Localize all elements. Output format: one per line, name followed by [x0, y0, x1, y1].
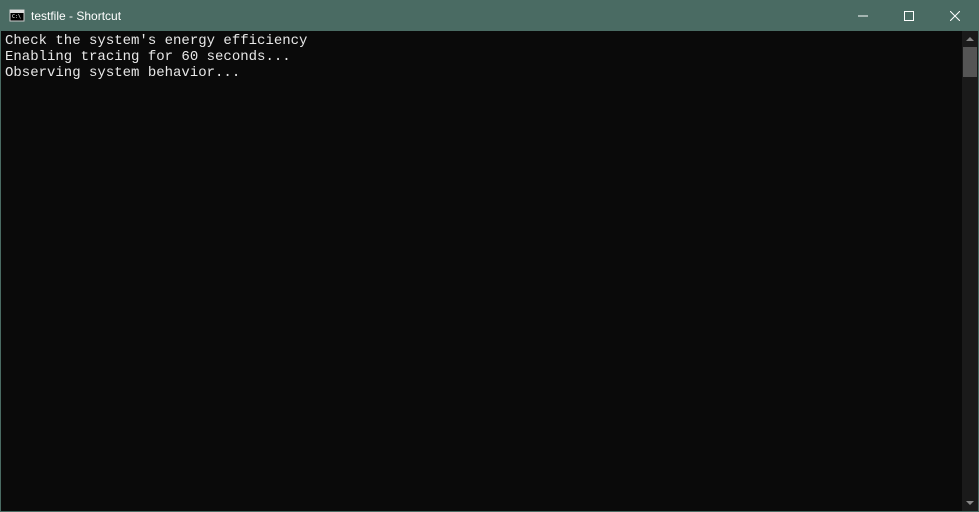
scroll-down-button[interactable]	[962, 495, 978, 511]
maximize-icon	[904, 11, 914, 21]
scroll-thumb[interactable]	[963, 47, 977, 77]
app-icon: C:\	[9, 8, 25, 24]
terminal-line: Observing system behavior...	[5, 65, 240, 81]
app-window: C:\ testfile - Shortcut	[0, 0, 979, 512]
terminal-line: Enabling tracing for 60 seconds...	[5, 49, 291, 65]
titlebar[interactable]: C:\ testfile - Shortcut	[1, 1, 978, 31]
chevron-down-icon	[966, 501, 974, 505]
minimize-icon	[858, 11, 868, 21]
window-title: testfile - Shortcut	[31, 9, 121, 23]
maximize-button[interactable]	[886, 1, 932, 31]
svg-text:C:\: C:\	[12, 14, 21, 20]
vertical-scrollbar[interactable]	[962, 31, 978, 511]
scroll-up-button[interactable]	[962, 31, 978, 47]
terminal-output[interactable]: Check the system's energy efficiency Ena…	[1, 31, 962, 511]
minimize-button[interactable]	[840, 1, 886, 31]
terminal-line: Check the system's energy efficiency	[5, 33, 307, 49]
chevron-up-icon	[966, 37, 974, 41]
content-area: Check the system's energy efficiency Ena…	[1, 31, 978, 511]
window-controls	[840, 1, 978, 31]
close-icon	[950, 11, 960, 21]
close-button[interactable]	[932, 1, 978, 31]
